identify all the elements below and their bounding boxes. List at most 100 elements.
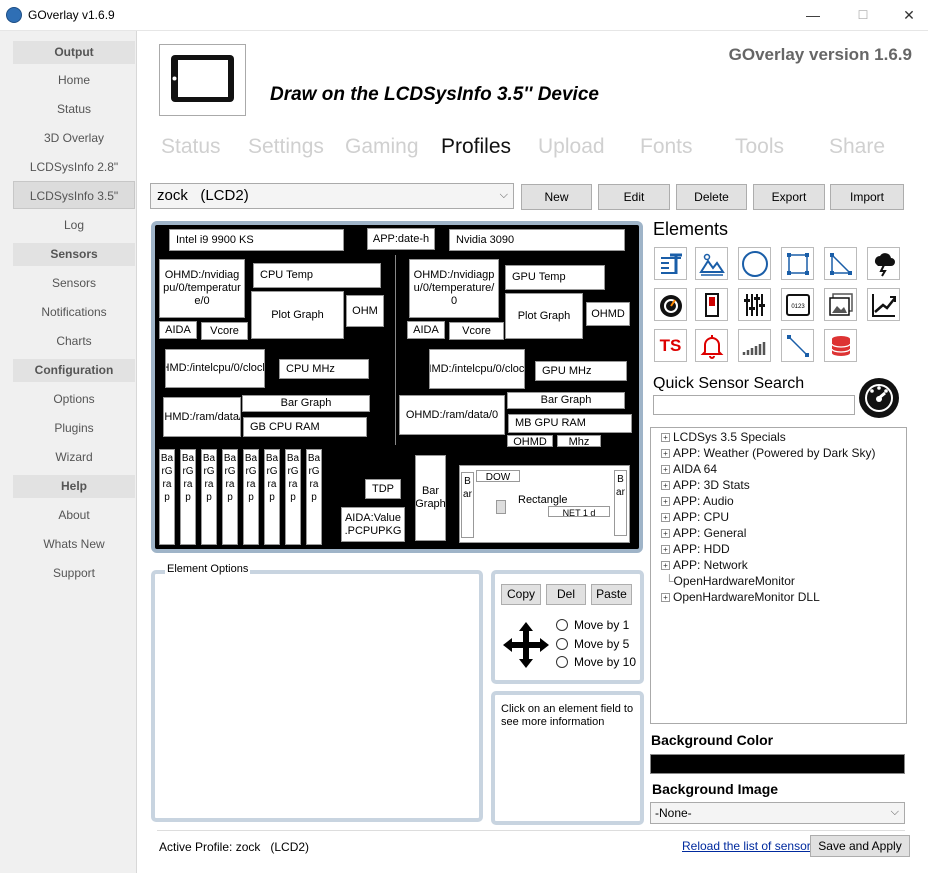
- move-by-1-radio[interactable]: Move by 1: [556, 618, 629, 632]
- triangle-line-icon[interactable]: [824, 247, 857, 280]
- canvas-aida-2[interactable]: AIDA: [407, 321, 445, 339]
- expand-icon[interactable]: +: [661, 449, 670, 458]
- line-icon[interactable]: [781, 329, 814, 362]
- background-color-swatch[interactable]: [650, 754, 905, 774]
- sidebar-item-support[interactable]: Support: [13, 559, 135, 587]
- canvas-date[interactable]: APP:date-h: [367, 228, 435, 250]
- tree-item[interactable]: + APP: 3D Stats: [661, 478, 750, 492]
- sidebar-item-lcd-28[interactable]: LCDSysInfo 2.8": [13, 153, 135, 181]
- import-profile-button[interactable]: Import: [830, 184, 904, 210]
- canvas-ohmd[interactable]: OHMD: [586, 302, 630, 326]
- canvas-small-box[interactable]: [496, 500, 506, 514]
- weather-icon[interactable]: [867, 247, 900, 280]
- expand-icon[interactable]: +: [661, 593, 670, 602]
- reload-sensors-link[interactable]: Reload the list of sensors: [682, 839, 817, 853]
- canvas-vcore-2[interactable]: Vcore: [449, 322, 504, 340]
- canvas-tdp[interactable]: TDP: [365, 479, 401, 499]
- tab-fonts[interactable]: Fonts: [640, 135, 693, 159]
- canvas-ohmd-ram[interactable]: OHMD:/ram/data/0: [163, 397, 241, 437]
- display-icon[interactable]: 0123: [781, 288, 814, 321]
- canvas-bar-vertical[interactable]: BarGrap: [159, 449, 175, 545]
- quick-search-input[interactable]: [653, 395, 855, 415]
- sidebar-item-whats-new[interactable]: Whats New: [13, 530, 135, 558]
- canvas-ohmd-intelcpu[interactable]: OHMD:/intelcpu/0/clock/1: [165, 349, 265, 388]
- tab-profiles[interactable]: Profiles: [441, 135, 511, 159]
- tree-item[interactable]: + APP: Network: [661, 558, 748, 572]
- tab-share[interactable]: Share: [829, 135, 885, 159]
- tree-item[interactable]: + APP: Audio: [661, 494, 734, 508]
- expand-icon[interactable]: +: [661, 529, 670, 538]
- delete-element-button[interactable]: Del: [546, 584, 586, 605]
- canvas-ohmd-nvidia-temp-2[interactable]: OHMD:/nvidiagpu/0/temperature/0: [409, 259, 499, 318]
- tree-item[interactable]: + APP: Weather (Powered by Dark Sky): [661, 446, 876, 460]
- canvas-bar-graph-3[interactable]: Bar Graph: [415, 455, 446, 541]
- edit-profile-button[interactable]: Edit: [598, 184, 670, 210]
- sensor-tree[interactable]: + LCDSys 3.5 Specials + APP: Weather (Powe…: [650, 427, 907, 724]
- canvas-plot-graph-1[interactable]: Plot Graph: [251, 291, 344, 339]
- sidebar-item-status[interactable]: Status: [13, 95, 135, 123]
- sidebar-item-notifications[interactable]: Notifications: [13, 298, 135, 326]
- delete-profile-button[interactable]: Delete: [676, 184, 747, 210]
- canvas-ohm[interactable]: OHM: [346, 295, 384, 327]
- canvas-mhz[interactable]: Mhz: [557, 435, 601, 447]
- tree-item[interactable]: + LCDSys 3.5 Specials: [661, 430, 786, 444]
- canvas-bar-vertical[interactable]: BarGrap: [264, 449, 280, 545]
- ts-icon[interactable]: TS: [654, 329, 687, 362]
- close-button[interactable]: ✕: [886, 0, 928, 30]
- toggle-icon[interactable]: [695, 288, 728, 321]
- sidebar-item-about[interactable]: About: [13, 501, 135, 529]
- move-by-5-radio[interactable]: Move by 5: [556, 637, 629, 651]
- canvas-bar-vertical[interactable]: BarGrap: [306, 449, 322, 545]
- canvas-gpu-temp[interactable]: GPU Temp: [505, 265, 605, 290]
- gallery-icon[interactable]: [824, 288, 857, 321]
- canvas-ohmd-intelcpu-2[interactable]: OHMD:/intelcpu/0/clock/1: [429, 349, 525, 389]
- canvas-bar-left[interactable]: Bar: [461, 472, 474, 538]
- rectangle-select-icon[interactable]: [781, 247, 814, 280]
- background-image-select[interactable]: -None- ⌵: [650, 802, 905, 824]
- sidebar-item-3d-overlay[interactable]: 3D Overlay: [13, 124, 135, 152]
- sidebar-item-charts[interactable]: Charts: [13, 327, 135, 355]
- canvas-ohmd-3[interactable]: OHMD: [507, 435, 553, 447]
- expand-icon[interactable]: +: [661, 481, 670, 490]
- tree-item[interactable]: + AIDA 64: [661, 462, 717, 476]
- tab-status[interactable]: Status: [161, 135, 221, 159]
- export-profile-button[interactable]: Export: [753, 184, 825, 210]
- mountain-image-icon[interactable]: [695, 247, 728, 280]
- text-icon[interactable]: [654, 247, 687, 280]
- database-icon[interactable]: [824, 329, 857, 362]
- sidebar-item-wizard[interactable]: Wizard: [13, 443, 135, 471]
- sidebar-item-sensors[interactable]: Sensors: [13, 269, 135, 297]
- canvas-gb-cpu-ram[interactable]: GB CPU RAM: [243, 417, 367, 437]
- profile-select[interactable]: zock (LCD2) ⌵: [150, 183, 514, 209]
- new-profile-button[interactable]: New: [521, 184, 592, 210]
- move-arrows-icon[interactable]: [501, 621, 551, 672]
- lcd-canvas[interactable]: Intel i9 9900 KS APP:date-h Nvidia 3090 …: [151, 221, 643, 553]
- save-and-apply-button[interactable]: Save and Apply: [810, 835, 910, 857]
- expand-icon[interactable]: +: [661, 545, 670, 554]
- tree-item[interactable]: + APP: HDD: [661, 542, 730, 556]
- expand-icon[interactable]: +: [661, 465, 670, 474]
- trend-chart-icon[interactable]: [867, 288, 900, 321]
- tab-gaming[interactable]: Gaming: [345, 135, 419, 159]
- canvas-bar-right[interactable]: Bar: [614, 470, 627, 536]
- minimize-button[interactable]: —: [790, 0, 836, 30]
- radio-circle[interactable]: [556, 638, 568, 650]
- canvas-ohmd-nvidia-temp[interactable]: OHMD:/nvidiagpu/0/temperature/0: [159, 259, 245, 318]
- tree-item[interactable]: + OpenHardwareMonitor DLL: [661, 590, 820, 604]
- radio-circle[interactable]: [556, 619, 568, 631]
- canvas-bar-vertical[interactable]: BarGrap: [180, 449, 196, 545]
- tab-settings[interactable]: Settings: [248, 135, 324, 159]
- canvas-gpu-mhz[interactable]: GPU MHz: [535, 361, 627, 381]
- sidebar-item-plugins[interactable]: Plugins: [13, 414, 135, 442]
- tree-item[interactable]: + APP: CPU: [661, 510, 729, 524]
- tree-item[interactable]: └OpenHardwareMonitor: [665, 574, 795, 588]
- expand-icon[interactable]: +: [661, 513, 670, 522]
- canvas-vcore[interactable]: Vcore: [201, 322, 248, 340]
- gauge-icon[interactable]: [654, 288, 687, 321]
- bar-signal-icon[interactable]: [738, 329, 771, 362]
- expand-icon[interactable]: +: [661, 433, 670, 442]
- expand-icon[interactable]: +: [661, 497, 670, 506]
- canvas-bar-vertical[interactable]: BarGrap: [222, 449, 238, 545]
- canvas-gpu-name[interactable]: Nvidia 3090: [449, 229, 625, 251]
- canvas-bar-vertical[interactable]: BarGrap: [285, 449, 301, 545]
